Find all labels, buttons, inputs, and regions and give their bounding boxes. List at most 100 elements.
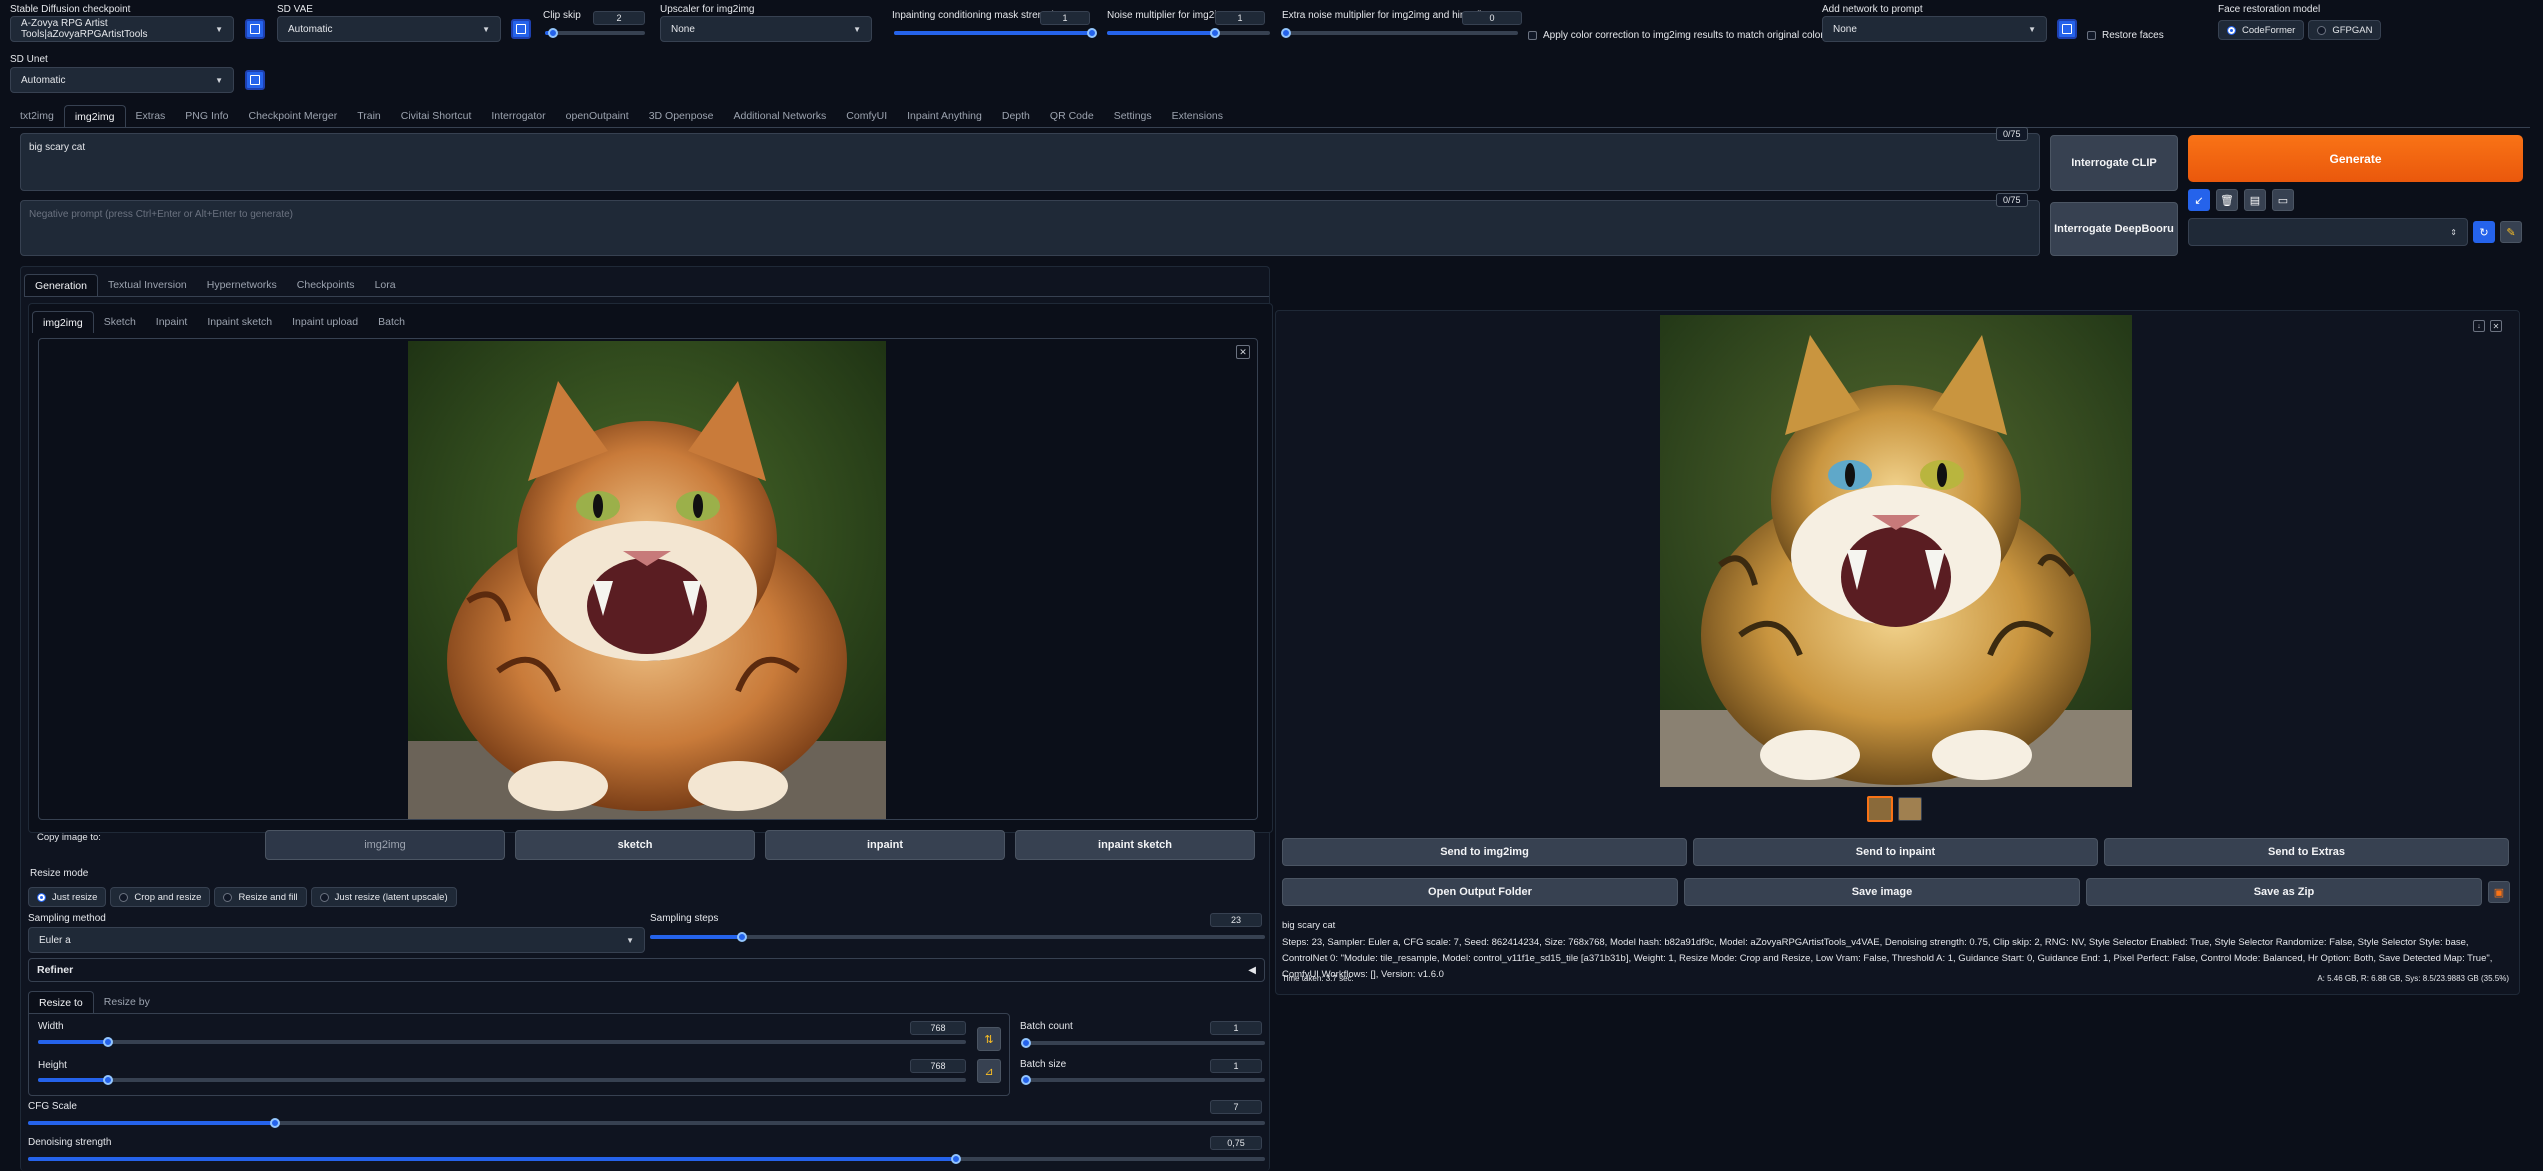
cfg-scale-slider[interactable]	[28, 1118, 1265, 1128]
refresh-styles-icon[interactable]: ↻	[2473, 221, 2495, 243]
clip-skip-slider[interactable]	[545, 28, 645, 38]
radio-codeformer[interactable]: CodeFormer	[2218, 20, 2305, 40]
imgtab-batch[interactable]: Batch	[368, 311, 415, 333]
send-to-inpaint-button[interactable]: Send to inpaint	[1693, 838, 2098, 866]
output-thumbnail-1[interactable]	[1867, 796, 1893, 822]
mask-strength-input[interactable]: 1	[1040, 11, 1090, 25]
prompt-input[interactable]	[20, 133, 2040, 191]
sampling-steps-input[interactable]: 23	[1210, 913, 1262, 927]
tab-extras[interactable]: Extras	[126, 105, 176, 127]
tab-train[interactable]: Train	[347, 105, 391, 127]
tab-civitai-shortcut[interactable]: Civitai Shortcut	[391, 105, 482, 127]
swap-dimensions-icon[interactable]: ⇅	[977, 1027, 1001, 1051]
imgtab-sketch[interactable]: Sketch	[94, 311, 146, 333]
height-input[interactable]: 768	[910, 1059, 966, 1073]
close-icon[interactable]: ✕	[1236, 345, 1250, 359]
width-input[interactable]: 768	[910, 1021, 966, 1035]
sampling-steps-slider[interactable]	[650, 932, 1265, 942]
add-network-dropdown[interactable]: None ▼	[1822, 16, 2047, 42]
imgtab-img2img[interactable]: img2img	[32, 311, 94, 333]
checkpoint-dropdown[interactable]: A-Zovya RPG Artist Tools|aZovyaRPGArtist…	[10, 16, 234, 42]
tab-settings[interactable]: Settings	[1104, 105, 1162, 127]
tab-png-info[interactable]: PNG Info	[175, 105, 238, 127]
close-icon[interactable]: ✕	[2490, 320, 2502, 332]
radio-just-resize[interactable]: Just resize	[28, 887, 107, 907]
refiner-accordion[interactable]: Refiner ◀	[28, 958, 1265, 982]
batch-size-input[interactable]: 1	[1210, 1059, 1262, 1073]
upscaler-dropdown[interactable]: None ▼	[660, 16, 872, 42]
negative-prompt-input[interactable]	[20, 200, 2040, 256]
subtab-checkpoints[interactable]: Checkpoints	[287, 274, 365, 296]
batch-count-input[interactable]: 1	[1210, 1021, 1262, 1035]
denoising-slider[interactable]	[28, 1154, 1265, 1164]
tab-txt2img[interactable]: txt2img	[10, 105, 64, 127]
tab-inpaint-anything[interactable]: Inpaint Anything	[897, 105, 992, 127]
vae-dropdown[interactable]: Automatic ▼	[277, 16, 501, 42]
paste-params-icon[interactable]: ↙	[2188, 189, 2210, 211]
noise-mult-input[interactable]: 1	[1215, 11, 1265, 25]
apply-style-icon[interactable]: ✎	[2500, 221, 2522, 243]
download-icon[interactable]: ↓	[2473, 320, 2485, 332]
radio-resize-and-fill[interactable]: Resize and fill	[214, 887, 307, 907]
generate-button[interactable]: Generate	[2188, 135, 2523, 182]
sampling-method-dropdown[interactable]: Euler a ▼	[28, 927, 645, 953]
refresh-checkpoint-button[interactable]	[245, 19, 265, 39]
tab-interrogator[interactable]: Interrogator	[481, 105, 555, 127]
height-slider[interactable]	[38, 1075, 966, 1085]
extra-noise-slider[interactable]	[1281, 28, 1518, 38]
tab-openoutpaint[interactable]: openOutpaint	[556, 105, 639, 127]
tab-comfyui[interactable]: ComfyUI	[836, 105, 897, 127]
subtab-generation[interactable]: Generation	[24, 274, 98, 296]
refresh-unet-button[interactable]	[245, 70, 265, 90]
subtab-hypernetworks[interactable]: Hypernetworks	[197, 274, 287, 296]
clipboard-icon[interactable]: ▤	[2244, 189, 2266, 211]
save-style-icon[interactable]: ▭	[2272, 189, 2294, 211]
width-slider[interactable]	[38, 1037, 966, 1047]
send-to-img2img-button[interactable]: Send to img2img	[1282, 838, 1687, 866]
resizetab-resize-by[interactable]: Resize by	[94, 991, 160, 1013]
interrogate-clip-button[interactable]: Interrogate CLIP	[2050, 135, 2178, 191]
restore-faces-checkbox[interactable]: Restore faces	[2087, 30, 2164, 41]
save-image-button[interactable]: Save image	[1684, 878, 2080, 906]
radio-gfpgan[interactable]: GFPGAN	[2308, 20, 2382, 40]
batch-size-slider[interactable]	[1021, 1075, 1265, 1085]
trash-icon[interactable]: 🗑	[2216, 189, 2238, 211]
open-output-folder-button[interactable]: Open Output Folder	[1282, 878, 1678, 906]
copy-to-inpaint-sketch-button[interactable]: inpaint sketch	[1015, 830, 1255, 860]
imgtab-inpaint[interactable]: Inpaint	[146, 311, 198, 333]
resizetab-resize-to[interactable]: Resize to	[28, 991, 94, 1013]
clip-skip-input[interactable]: 2	[593, 11, 645, 25]
radio-crop-and-resize[interactable]: Crop and resize	[110, 887, 211, 907]
cfg-scale-input[interactable]: 7	[1210, 1100, 1262, 1114]
batch-count-slider[interactable]	[1021, 1038, 1265, 1048]
imgtab-inpaint-upload[interactable]: Inpaint upload	[282, 311, 368, 333]
radio-latent-upscale[interactable]: Just resize (latent upscale)	[310, 887, 457, 907]
save-as-zip-button[interactable]: Save as Zip	[2086, 878, 2482, 906]
tab-img2img[interactable]: img2img	[63, 105, 126, 127]
unet-dropdown[interactable]: Automatic ▼	[10, 67, 234, 93]
imgtab-inpaint-sketch[interactable]: Inpaint sketch	[197, 311, 282, 333]
tab-qr-code[interactable]: QR Code	[1040, 105, 1104, 127]
output-thumbnail-2[interactable]	[1898, 797, 1922, 821]
aspect-ratio-icon[interactable]: ⊿	[977, 1059, 1001, 1083]
tab-extensions[interactable]: Extensions	[1162, 105, 1233, 127]
copy-to-sketch-button[interactable]: sketch	[515, 830, 755, 860]
subtab-textual-inversion[interactable]: Textual Inversion	[98, 274, 197, 296]
color-correction-checkbox[interactable]: Apply color correction to img2img result…	[1528, 30, 1831, 41]
extra-network-icon[interactable]: ▣	[2488, 881, 2510, 903]
tab-checkpoint-merger[interactable]: Checkpoint Merger	[238, 105, 347, 127]
noise-mult-slider[interactable]	[1107, 28, 1270, 38]
refresh-network-button[interactable]	[2057, 19, 2077, 39]
tab-additional-networks[interactable]: Additional Networks	[724, 105, 837, 127]
denoising-input[interactable]: 0,75	[1210, 1136, 1262, 1150]
send-to-extras-button[interactable]: Send to Extras	[2104, 838, 2509, 866]
copy-to-img2img-button[interactable]: img2img	[265, 830, 505, 860]
refresh-vae-button[interactable]	[511, 19, 531, 39]
subtab-lora[interactable]: Lora	[365, 274, 406, 296]
mask-strength-slider[interactable]	[894, 28, 1097, 38]
styles-dropdown[interactable]: ⇕	[2188, 218, 2468, 246]
extra-noise-input[interactable]: 0	[1462, 11, 1522, 25]
tab-3d-openpose[interactable]: 3D Openpose	[639, 105, 724, 127]
tab-depth[interactable]: Depth	[992, 105, 1040, 127]
interrogate-deepbooru-button[interactable]: Interrogate DeepBooru	[2050, 202, 2178, 256]
